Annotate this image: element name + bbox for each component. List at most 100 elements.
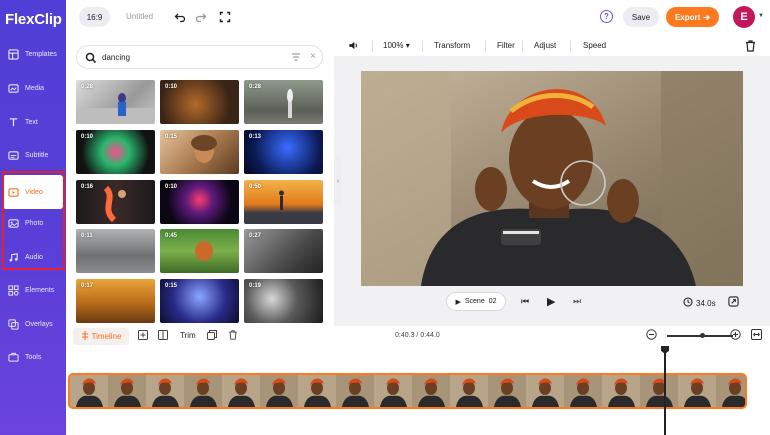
speed-button[interactable]: Speed [583,41,606,50]
zoom-out-icon[interactable] [646,329,657,342]
divider [570,40,571,52]
chevron-down-icon[interactable]: ▼ [758,13,764,19]
video-thumbnail[interactable]: 0:45 [160,229,239,273]
clip-frame [640,375,678,407]
duration-label: 0:50 [249,184,262,190]
divider [522,40,523,52]
video-thumbnail[interactable]: 0:13 [244,130,323,174]
redo-icon[interactable] [194,10,207,23]
sidebar-item-label: Elements [25,286,55,294]
next-scene-icon[interactable]: ⏭ [573,296,581,307]
aspect-ratio-button[interactable]: 16:9 [79,7,110,27]
video-thumbnail[interactable]: 0:15 [160,130,239,174]
video-thumbnail[interactable]: 0:17 [76,279,155,323]
clip-frame [602,375,640,407]
playhead[interactable] [664,346,666,435]
video-thumbnail[interactable]: 0:28 [244,80,323,124]
video-thumbnail[interactable]: 0:10 [160,80,239,124]
scene-label: Scene [464,298,485,305]
duration-label: 0:10 [165,84,178,90]
sidebar-item-media[interactable]: Media [0,71,66,105]
clip-frame [412,375,450,407]
duplicate-icon[interactable] [207,330,217,342]
sidebar-item-elements[interactable]: Elements [0,273,66,307]
tools-icon [7,351,19,363]
fullscreen-icon[interactable] [218,10,231,23]
undo-icon[interactable] [173,10,186,23]
sidebar-item-tools[interactable]: Tools [0,340,66,374]
filter-button[interactable]: Filter [497,41,515,50]
clip-frame [184,375,222,407]
duration-label: 0:28 [81,84,94,90]
video-preview[interactable] [361,71,743,286]
project-title[interactable]: Untitled [126,12,153,21]
duration-label: 0:17 [81,283,94,289]
duration-label: 0:28 [249,84,262,90]
duration-label: 0:15 [165,283,178,289]
clip-frame [108,375,146,407]
clip-frame [146,375,184,407]
flexclip-logo[interactable]: FlexClip [5,9,62,29]
play-icon: ▶ [455,298,461,306]
search-input[interactable]: dancing × [76,45,323,69]
split-icon[interactable] [158,330,168,342]
zoom-select[interactable]: 100% ▾ [383,41,410,50]
clip-frame [564,375,602,407]
arrow-right-icon: ➔ [703,12,711,22]
previous-scene-icon[interactable]: ⏮ [521,296,529,307]
video-thumbnail[interactable]: 0:10 [160,180,239,224]
delete-icon[interactable] [228,330,238,342]
volume-icon[interactable] [348,40,359,53]
adjust-button[interactable]: Adjust [534,41,556,50]
video-thumbnail[interactable]: 0:15 [160,279,239,323]
video-thumbnail[interactable]: 0:27 [244,229,323,273]
clear-icon[interactable]: × [310,51,316,62]
collapse-panel-handle[interactable]: ‹ [334,157,342,205]
avatar[interactable]: E [733,6,755,28]
video-thumbnail[interactable]: 0:50 [244,180,323,224]
video-thumbnail[interactable]: 0:10 [76,130,155,174]
clip-frame [374,375,412,407]
filter-icon[interactable] [291,52,301,64]
clip-frame [450,375,488,407]
transform-button[interactable]: Transform [434,41,470,50]
scene-selector[interactable]: ▶ Scene 02 [446,292,506,311]
logo-text: FlexClip [5,10,62,28]
clip-frame [222,375,260,407]
timeline-tab[interactable]: Timeline [73,328,129,345]
sidebar-item-templates[interactable]: Templates [0,37,66,71]
video-thumbnail[interactable]: 0:16 [76,180,155,224]
sidebar-item-subtitle[interactable]: Subtitle [0,138,66,172]
sidebar-item-overlays[interactable]: Overlays [0,307,66,341]
sidebar-item-text[interactable]: Text [0,105,66,139]
duration-label: 0:11 [81,233,93,239]
overlays-icon [7,318,19,330]
fullscreen-preview-icon[interactable] [728,296,739,309]
trash-icon[interactable] [745,40,756,54]
editor-toolbar: 100% ▾ Transform Filter Adjust Speed [334,36,770,56]
export-label: Export [674,12,701,22]
play-button[interactable]: ▶ [547,295,555,308]
zoom-slider-handle[interactable] [700,333,705,338]
video-thumbnail[interactable]: 0:11 [76,229,155,273]
divider [485,40,486,52]
duration-label: 0:27 [249,233,262,239]
sidebar-item-label: Overlays [25,320,53,328]
help-icon[interactable]: ? [600,10,613,23]
trim-button[interactable]: Trim [180,331,196,340]
fit-timeline-icon[interactable] [751,329,762,342]
duration-label: 0:13 [249,134,262,140]
sidebar-item-label: Templates [25,50,57,58]
save-button[interactable]: Save [623,7,659,27]
zoom-in-icon[interactable] [730,329,741,342]
clip-frame [526,375,564,407]
add-scene-icon[interactable] [138,330,148,342]
video-thumbnail[interactable]: 0:28 [76,80,155,124]
chevron-down-icon: ▾ [403,41,410,50]
export-button[interactable]: Export ➔ [666,7,719,27]
scene-number: 02 [488,298,497,305]
video-clip-track[interactable] [68,373,747,409]
sidebar-item-label: Text [25,118,38,126]
video-thumbnail[interactable]: 0:19 [244,279,323,323]
current-time: 0:40.3 [395,332,415,339]
